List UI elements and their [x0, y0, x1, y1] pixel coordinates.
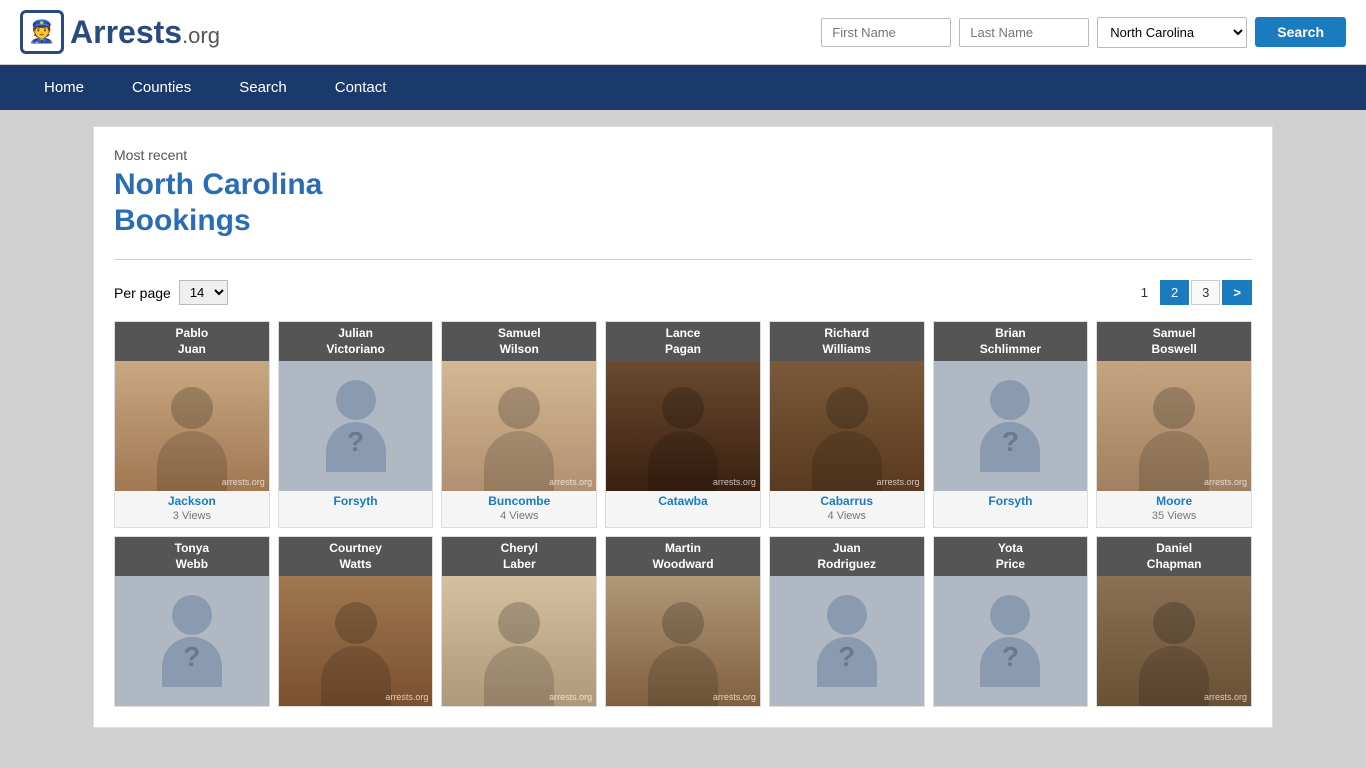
mugshot-card[interactable]: Courtney Watts arrests.org [278, 536, 434, 707]
card-county[interactable]: Forsyth [934, 491, 1088, 510]
mugshot-card[interactable]: Martin Woodward arrests.org [605, 536, 761, 707]
page-1-plain: 1 [1131, 281, 1158, 304]
card-photo: arrests.org [1097, 576, 1251, 706]
card-name: Martin Woodward [606, 537, 760, 576]
watermark: arrests.org [222, 477, 265, 487]
page-2-btn[interactable]: 2 [1160, 280, 1189, 305]
watermark: arrests.org [385, 692, 428, 702]
card-name: Brian Schlimmer [934, 322, 1088, 361]
mugshot-card[interactable]: Julian Victoriano?Forsyth [278, 321, 434, 528]
card-name: Yota Price [934, 537, 1088, 576]
per-page-label: Per page [114, 285, 171, 301]
card-name: Juan Rodriguez [770, 537, 924, 576]
watermark: arrests.org [877, 477, 920, 487]
watermark: arrests.org [1204, 692, 1247, 702]
card-name: Richard Williams [770, 322, 924, 361]
card-name: Daniel Chapman [1097, 537, 1251, 576]
card-county[interactable]: Buncombe [442, 491, 596, 510]
card-photo: ? [934, 576, 1088, 706]
card-photo: ? [279, 361, 433, 491]
page-title-line2: Bookings [114, 204, 251, 237]
card-views: 3 Views [115, 510, 269, 527]
page-3-btn[interactable]: 3 [1191, 280, 1220, 305]
nav-home[interactable]: Home [20, 65, 108, 110]
logo-link[interactable]: 👮 Arrests.org [20, 10, 220, 54]
mugshot-card[interactable]: Richard Williams arrests.org Cabarrus4 Vie… [769, 321, 925, 528]
mugshot-grid: Pablo Juan arrests.org Jackson3 Views Julia… [114, 321, 1252, 707]
card-photo: arrests.org [279, 576, 433, 706]
last-name-input[interactable] [959, 18, 1089, 47]
mugshot-card[interactable]: Brian Schlimmer?Forsyth [933, 321, 1089, 528]
card-name: Julian Victoriano [279, 322, 433, 361]
card-name: Pablo Juan [115, 322, 269, 361]
mugshot-card[interactable]: Daniel Chapman arrests.org [1096, 536, 1252, 707]
mugshot-card[interactable]: Lance Pagan arrests.org Catawba [605, 321, 761, 528]
watermark: arrests.org [549, 477, 592, 487]
mugshot-card[interactable]: Cheryl Laber arrests.org [441, 536, 597, 707]
card-photo: arrests.org [115, 361, 269, 491]
logo-icon: 👮 [20, 10, 64, 54]
main-nav: Home Counties Search Contact [0, 65, 1366, 110]
header-search-button[interactable]: Search [1255, 17, 1346, 47]
card-photo: arrests.org [1097, 361, 1251, 491]
mugshot-card[interactable]: Yota Price? [933, 536, 1089, 707]
mugshot-card[interactable]: Samuel Boswell arrests.org Moore35 Views [1096, 321, 1252, 528]
header: 👮 Arrests.org North CarolinaAlabamaAlask… [0, 0, 1366, 65]
card-photo: ? [934, 361, 1088, 491]
page-title-line1: North Carolina [114, 168, 322, 201]
card-county[interactable]: Forsyth [279, 491, 433, 510]
card-name: Courtney Watts [279, 537, 433, 576]
most-recent-label: Most recent [114, 147, 1252, 163]
logo-suffix: .org [182, 23, 220, 48]
card-photo: arrests.org [442, 576, 596, 706]
card-county[interactable]: Jackson [115, 491, 269, 510]
card-county[interactable]: Catawba [606, 491, 760, 510]
watermark: arrests.org [713, 477, 756, 487]
card-views: 4 Views [770, 510, 924, 527]
card-photo: arrests.org [606, 361, 760, 491]
card-county[interactable]: Moore [1097, 491, 1251, 510]
pagination: 1 2 3 > [1131, 280, 1252, 305]
nav-counties[interactable]: Counties [108, 65, 215, 110]
pagination-next[interactable]: > [1222, 280, 1252, 305]
card-name: Cheryl Laber [442, 537, 596, 576]
card-photo: arrests.org [770, 361, 924, 491]
main-content: Most recent North Carolina Bookings Per … [93, 126, 1273, 728]
card-photo: ? [115, 576, 269, 706]
first-name-input[interactable] [821, 18, 951, 47]
watermark: arrests.org [713, 692, 756, 702]
logo-arrests: Arrests [70, 14, 182, 50]
per-page-area: Per page 7142128 [114, 280, 228, 305]
card-name: Lance Pagan [606, 322, 760, 361]
mugshot-card[interactable]: Tonya Webb? [114, 536, 270, 707]
card-name: Samuel Boswell [1097, 322, 1251, 361]
card-name: Samuel Wilson [442, 322, 596, 361]
watermark: arrests.org [1204, 477, 1247, 487]
card-photo: arrests.org [442, 361, 596, 491]
page-title: North Carolina Bookings [114, 167, 1252, 239]
watermark: arrests.org [549, 692, 592, 702]
card-views: 4 Views [442, 510, 596, 527]
nav-search[interactable]: Search [215, 65, 311, 110]
mugshot-card[interactable]: Pablo Juan arrests.org Jackson3 Views [114, 321, 270, 528]
mugshot-card[interactable]: Juan Rodriguez? [769, 536, 925, 707]
card-photo: arrests.org [606, 576, 760, 706]
per-page-select[interactable]: 7142128 [179, 280, 228, 305]
nav-contact[interactable]: Contact [311, 65, 411, 110]
search-form: North CarolinaAlabamaAlaskaArizonaArkans… [821, 17, 1346, 48]
mugshot-card[interactable]: Samuel Wilson arrests.org Buncombe4 Views [441, 321, 597, 528]
state-select[interactable]: North CarolinaAlabamaAlaskaArizonaArkans… [1097, 17, 1247, 48]
logo-text: Arrests.org [70, 14, 220, 51]
page-header: Most recent North Carolina Bookings [114, 147, 1252, 239]
card-name: Tonya Webb [115, 537, 269, 576]
card-county[interactable]: Cabarrus [770, 491, 924, 510]
card-views: 35 Views [1097, 510, 1251, 527]
controls-bar: Per page 7142128 1 2 3 > [114, 280, 1252, 305]
divider [114, 259, 1252, 260]
card-photo: ? [770, 576, 924, 706]
